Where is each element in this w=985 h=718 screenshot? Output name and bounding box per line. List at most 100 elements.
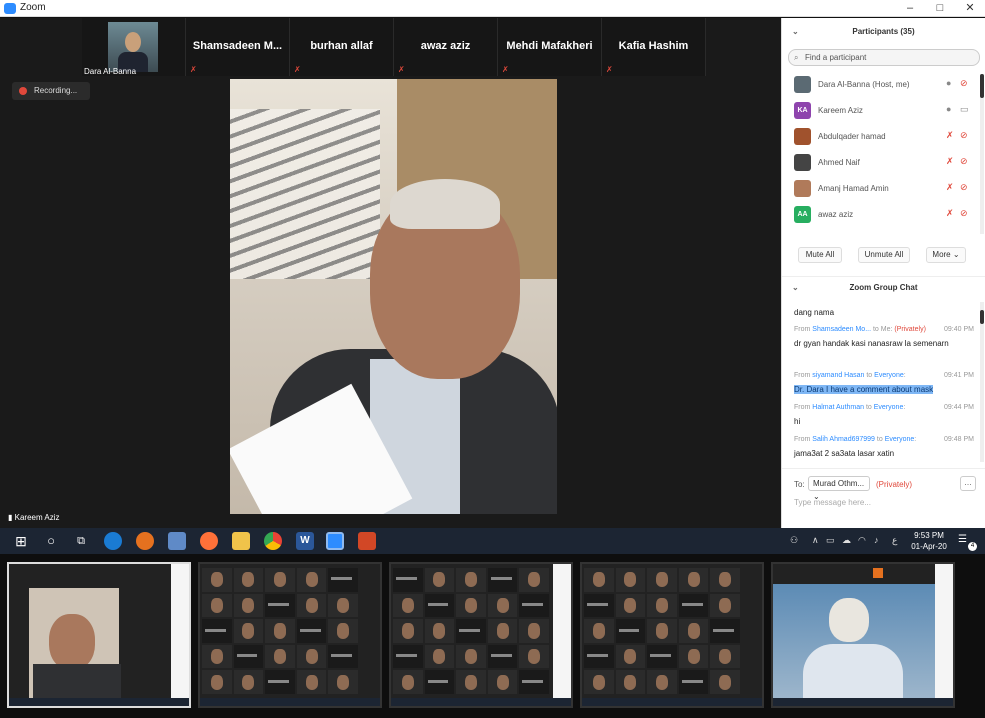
language-indicator[interactable]: ع: [892, 535, 897, 546]
chevron-down-icon[interactable]: ⌄: [792, 18, 799, 46]
avatar: [794, 154, 811, 171]
thumbnail-window[interactable]: [198, 562, 382, 708]
participant-search-input[interactable]: ⌕ Find a participant: [788, 49, 980, 66]
message-input[interactable]: Type message here...: [794, 498, 871, 507]
chevron-up-icon[interactable]: ∧: [812, 535, 819, 546]
participant-row[interactable]: Amanj Hamad Amin ✗ ⊘: [782, 176, 978, 202]
notification-icon[interactable]: ☰ 4: [958, 534, 977, 551]
network-icon[interactable]: ▭: [826, 535, 835, 546]
word-icon[interactable]: W: [296, 532, 314, 550]
active-speaker-video: [230, 79, 557, 514]
video-off-icon[interactable]: ⊘: [960, 182, 968, 193]
chat-message-meta: From Halmat Authman to Everyone: 09:44 PM: [794, 404, 974, 411]
maximize-button[interactable]: □: [925, 0, 955, 17]
strip-tile-name: Dara Al-Banna: [84, 67, 137, 76]
strip-tile[interactable]: awaz aziz ✗: [394, 18, 498, 76]
strip-tile-name: burhan allaf: [310, 40, 373, 52]
recording-indicator[interactable]: Recording...: [12, 82, 90, 100]
mute-all-button[interactable]: Mute All: [798, 247, 842, 263]
thumbnail-window[interactable]: [389, 562, 573, 708]
mic-muted-icon[interactable]: ✗: [946, 182, 954, 193]
powerpoint-icon[interactable]: [358, 532, 376, 550]
more-options-icon[interactable]: …: [960, 476, 976, 491]
task-view-icon[interactable]: ⧉: [72, 532, 90, 550]
close-button[interactable]: ✕: [955, 0, 985, 17]
participant-name: awaz aziz: [818, 210, 854, 219]
windows-start-icon[interactable]: ⊞: [12, 532, 30, 550]
strip-tile[interactable]: Mehdi Mafakheri ✗: [498, 18, 602, 76]
chrome-icon[interactable]: [264, 532, 282, 550]
participant-row[interactable]: Dara Al-Banna (Host, me) ● ⊘: [782, 72, 978, 98]
photos-icon[interactable]: [168, 532, 186, 550]
mic-muted-icon[interactable]: ✗: [946, 156, 954, 167]
video-off-icon[interactable]: ⊘: [960, 156, 968, 167]
thumbnail-window[interactable]: [771, 562, 955, 708]
muted-mic-icon: ✗: [190, 65, 197, 74]
search-icon[interactable]: ○: [42, 532, 60, 550]
volume-icon[interactable]: ♪: [874, 535, 879, 545]
avatar: KA: [794, 102, 811, 119]
wifi-icon[interactable]: ◠: [858, 535, 866, 546]
strip-tile[interactable]: Shamsadeen M... ✗: [186, 18, 290, 76]
participant-row[interactable]: Ahmed Naif ✗ ⊘: [782, 150, 978, 176]
chat-message-meta: From Shamsadeen Mo... to Me: (Privately)…: [794, 326, 974, 333]
participant-row[interactable]: KA Kareem Aziz ● ▭: [782, 98, 978, 124]
meeting-area: Dara Al-Banna Shamsadeen M... ✗ burhan a…: [0, 18, 816, 528]
speaker-name: ▮ Kareem Aziz: [8, 513, 60, 522]
onedrive-icon[interactable]: ☁: [842, 535, 851, 546]
clock[interactable]: 9:53 PM 01-Apr-20: [908, 530, 950, 552]
people-icon[interactable]: ⚇: [790, 535, 798, 546]
thumbnail-window[interactable]: [580, 562, 764, 708]
mic-muted-icon[interactable]: ✗: [946, 208, 954, 219]
chat-message: dr gyan handak kasi nanasraw la semenarn: [794, 339, 949, 348]
chat-message: dang nama: [794, 308, 835, 317]
chat-scrollbar[interactable]: [980, 302, 984, 462]
file-explorer-icon[interactable]: [232, 532, 250, 550]
record-dot-icon: [19, 87, 27, 95]
taskbar: ⊞ ○ ⧉ W ⚇ ∧ ▭ ☁ ◠ ♪ ع 9:53 PM 01-Apr-20 …: [0, 528, 985, 554]
title-bar: Zoom – □ ✕: [0, 0, 985, 17]
thumbnail-window[interactable]: [7, 562, 191, 708]
signal-icon: ▮: [8, 513, 13, 522]
video-off-icon[interactable]: ⊘: [960, 208, 968, 219]
zoom-taskbar-icon[interactable]: [326, 532, 344, 550]
avatar: [794, 76, 811, 93]
minimize-button[interactable]: –: [895, 0, 925, 17]
strip-tile-name: Shamsadeen M...: [192, 40, 283, 52]
muted-mic-icon: ✗: [398, 65, 405, 74]
firefox-icon[interactable]: [200, 532, 218, 550]
strip-tile-name: Mehdi Mafakheri: [506, 40, 593, 52]
video-off-icon[interactable]: ⊘: [960, 130, 968, 141]
zoom-logo-icon: [4, 3, 16, 14]
strip-tile[interactable]: Dara Al-Banna: [82, 18, 186, 76]
chevron-down-icon: ⌄: [952, 250, 960, 259]
video-off-icon[interactable]: ⊘: [960, 78, 968, 89]
app-icon[interactable]: [136, 532, 154, 550]
mic-icon[interactable]: ●: [946, 78, 951, 88]
participant-row[interactable]: Abdulqader hamad ✗ ⊘: [782, 124, 978, 150]
window-title: Zoom: [20, 2, 46, 13]
mic-muted-icon[interactable]: ✗: [946, 130, 954, 141]
teamviewer-icon[interactable]: [104, 532, 122, 550]
avatar: [794, 180, 811, 197]
unmute-all-button[interactable]: Unmute All: [858, 247, 910, 263]
chevron-down-icon[interactable]: ⌄: [792, 277, 799, 299]
participant-scrollbar[interactable]: [980, 74, 984, 234]
participant-name: Amanj Hamad Amin: [818, 184, 889, 193]
search-icon: ⌕: [794, 53, 799, 62]
strip-tile[interactable]: burhan allaf ✗: [290, 18, 394, 76]
strip-tile-name: Kafia Hashim: [618, 40, 689, 52]
participant-row[interactable]: AA awaz aziz ✗ ⊘: [782, 202, 978, 228]
avatar: [794, 128, 811, 145]
recipient-select[interactable]: Murad Othm... ⌄: [808, 476, 870, 501]
mic-icon[interactable]: ●: [946, 104, 951, 114]
muted-mic-icon: ✗: [294, 65, 301, 74]
chat-message-meta: From Salih Ahmad697999 to Everyone: 09:48…: [794, 436, 974, 443]
strip-tile[interactable]: Kafia Hashim ✗: [602, 18, 706, 76]
video-icon[interactable]: ▭: [960, 104, 969, 115]
recording-label: Recording...: [34, 86, 78, 95]
participant-video: [108, 22, 158, 72]
more-button[interactable]: More ⌄: [926, 247, 966, 263]
avatar: AA: [794, 206, 811, 223]
participant-list: Dara Al-Banna (Host, me) ● ⊘ KA Kareem A…: [782, 72, 978, 238]
